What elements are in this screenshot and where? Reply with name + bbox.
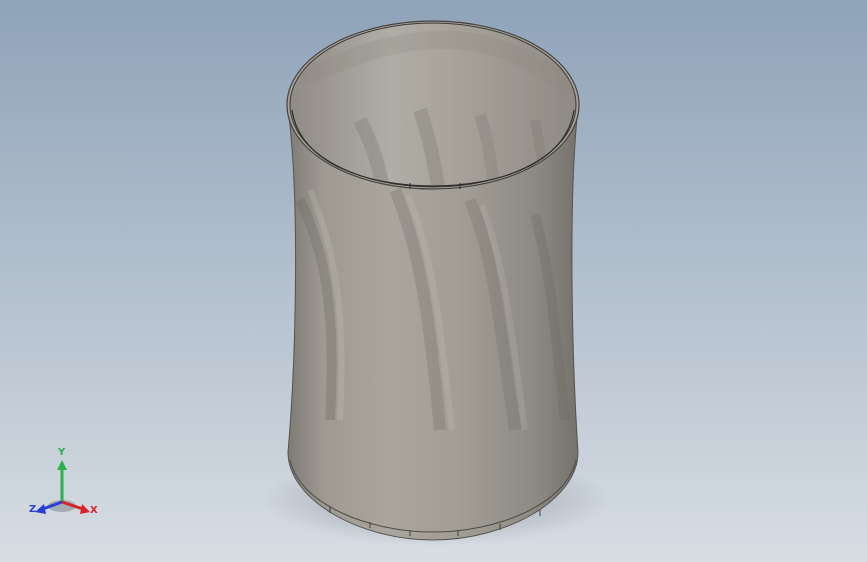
graphics-viewport[interactable]: Y X Z bbox=[0, 0, 867, 562]
coordinate-triad[interactable]: Y X Z bbox=[22, 446, 108, 526]
triad-y-label: Y bbox=[58, 447, 66, 458]
triad-z-label: Z bbox=[29, 504, 37, 515]
cylinder-model[interactable] bbox=[0, 0, 867, 562]
triad-x-label: X bbox=[90, 505, 98, 516]
